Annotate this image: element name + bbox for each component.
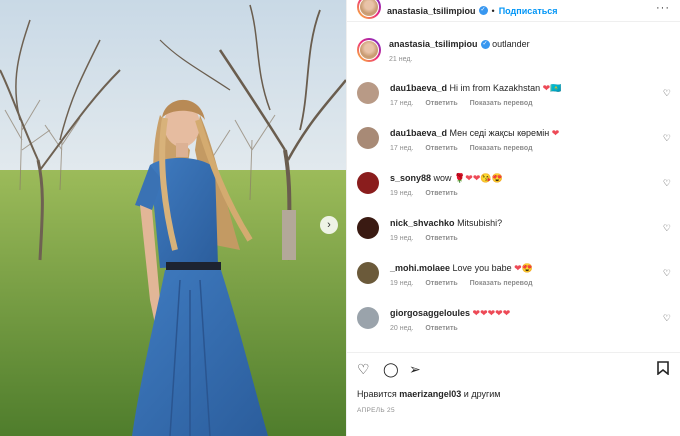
comment-time: 19 нед. bbox=[390, 235, 414, 242]
comment-time: 19 нед. bbox=[390, 280, 414, 287]
reply-button[interactable]: Ответить bbox=[425, 100, 457, 107]
comment-time: 20 нед. bbox=[390, 325, 414, 332]
likes-username[interactable]: maerizangel03 bbox=[399, 389, 461, 399]
comment-emoji: 🌹❤❤😘😍 bbox=[454, 173, 503, 183]
author-username[interactable]: anastasia_tsilimpiou bbox=[387, 6, 476, 16]
comment-emoji: ❤🇰🇿 bbox=[542, 83, 562, 93]
more-options-icon[interactable]: ··· bbox=[656, 2, 670, 14]
comment-emoji: ❤😍 bbox=[514, 263, 533, 273]
comment-item: giorgosaggeloules ❤❤❤❤❤ 20 нед. Ответить… bbox=[357, 307, 677, 335]
comment-item: dau1baeva_d Hi im from Kazakhstan ❤🇰🇿 17… bbox=[357, 82, 677, 110]
caption-avatar[interactable] bbox=[357, 38, 381, 62]
reply-button[interactable]: Ответить bbox=[425, 235, 457, 242]
author-avatar[interactable] bbox=[357, 0, 381, 19]
likes-prefix: Нравится bbox=[357, 389, 397, 399]
post-caption: anastasia_tsilimpiou ✓ outlander 21 нед. bbox=[347, 30, 680, 70]
next-photo-button[interactable]: › bbox=[320, 216, 338, 234]
caption-time: 21 нед. bbox=[389, 56, 413, 63]
comment-emoji: ❤ bbox=[551, 128, 560, 138]
comment-time: 17 нед. bbox=[390, 100, 414, 107]
comment-time: 17 нед. bbox=[390, 145, 414, 152]
comment-avatar[interactable] bbox=[357, 217, 379, 239]
like-comment-icon[interactable]: ♡ bbox=[663, 223, 671, 234]
like-comment-icon[interactable]: ♡ bbox=[663, 133, 671, 144]
comment-emoji: ❤❤❤❤❤ bbox=[472, 308, 511, 318]
comment-username[interactable]: dau1baeva_d bbox=[390, 128, 447, 138]
like-comment-icon[interactable]: ♡ bbox=[663, 268, 671, 279]
comment-text: Hi im from Kazakhstan bbox=[449, 83, 541, 93]
comment-username[interactable]: s_sony88 bbox=[390, 173, 431, 183]
bookmark-icon[interactable] bbox=[657, 361, 669, 378]
comment-avatar[interactable] bbox=[357, 172, 379, 194]
like-comment-icon[interactable]: ♡ bbox=[663, 178, 671, 189]
comment-text: Mitsubishi? bbox=[457, 218, 503, 228]
comment-avatar[interactable] bbox=[357, 262, 379, 284]
comment-avatar[interactable] bbox=[357, 82, 379, 104]
translate-button[interactable]: Показать перевод bbox=[470, 100, 533, 107]
separator-dot: • bbox=[491, 5, 495, 16]
verified-badge-icon: ✓ bbox=[480, 40, 490, 50]
photo-illustration bbox=[0, 0, 346, 436]
like-comment-icon[interactable]: ♡ bbox=[663, 88, 671, 99]
comments-panel: anastasia_tsilimpiou ✓ • Подписаться ···… bbox=[346, 0, 680, 436]
post-photo[interactable]: › bbox=[0, 0, 346, 436]
likes-summary[interactable]: Нравится maerizangel03 и другим bbox=[357, 389, 500, 399]
comment-icon[interactable]: ◯ bbox=[383, 361, 399, 378]
reply-button[interactable]: Ответить bbox=[425, 190, 457, 197]
like-comment-icon[interactable]: ♡ bbox=[663, 313, 671, 324]
comment-username[interactable]: giorgosaggeloules bbox=[390, 308, 470, 318]
comment-text: Мен седі жақсы көремін bbox=[449, 128, 550, 138]
comment-username[interactable]: _mohi.molaee bbox=[390, 263, 450, 273]
post-date: АПРЕЛЬ 25 bbox=[357, 407, 395, 414]
action-bar: ♡ ◯ ➢ Нравится maerizangel03 и другим АП… bbox=[347, 352, 680, 430]
comments-list: anastasia_tsilimpiou ✓ outlander 21 нед. … bbox=[347, 30, 680, 332]
verified-badge-icon: ✓ bbox=[478, 6, 488, 15]
comment-item: dau1baeva_d Мен седі жақсы көремін ❤ 17 … bbox=[357, 127, 677, 155]
comment-text: Love you babe bbox=[452, 263, 512, 273]
comment-item: s_sony88 wow 🌹❤❤😘😍 19 нед. Ответить ♡ bbox=[357, 172, 677, 200]
likes-suffix: и другим bbox=[463, 389, 501, 399]
comment-item: nick_shvachko Mitsubishi? 19 нед. Ответи… bbox=[357, 217, 677, 245]
comment-text: wow bbox=[433, 173, 452, 183]
paper-plane-icon[interactable]: ➢ bbox=[409, 361, 421, 378]
comment-username[interactable]: nick_shvachko bbox=[390, 218, 455, 228]
heart-outline-icon[interactable]: ♡ bbox=[357, 361, 370, 378]
reply-button[interactable]: Ответить bbox=[425, 145, 457, 152]
translate-button[interactable]: Показать перевод bbox=[470, 280, 533, 287]
reply-button[interactable]: Ответить bbox=[425, 280, 457, 287]
comment-username[interactable]: dau1baeva_d bbox=[390, 83, 447, 93]
comment-avatar[interactable] bbox=[357, 127, 379, 149]
reply-button[interactable]: Ответить bbox=[425, 325, 457, 332]
follow-button[interactable]: Подписаться bbox=[499, 6, 558, 16]
caption-text: outlander bbox=[492, 39, 530, 49]
caption-username[interactable]: anastasia_tsilimpiou bbox=[389, 39, 478, 49]
comment-avatar[interactable] bbox=[357, 307, 379, 329]
chevron-right-icon: › bbox=[327, 219, 331, 231]
post-header: anastasia_tsilimpiou ✓ • Подписаться ··· bbox=[347, 0, 680, 22]
comment-time: 19 нед. bbox=[390, 190, 414, 197]
comment-item: _mohi.molaee Love you babe ❤😍 19 нед. От… bbox=[357, 262, 677, 290]
translate-button[interactable]: Показать перевод bbox=[470, 145, 533, 152]
